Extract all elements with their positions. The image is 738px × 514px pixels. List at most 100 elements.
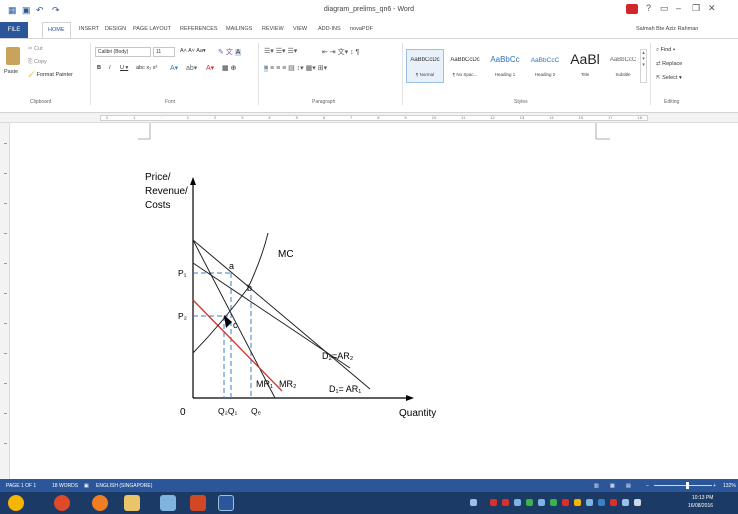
horizontal-ruler[interactable]: 2 1 · 1 2 3 4 5 6 7 8 9 10 11 12 13 14 15 17 18 xyxy=(0,113,738,123)
file-explorer-icon[interactable] xyxy=(124,495,140,511)
tray-icon[interactable] xyxy=(470,499,477,506)
style-name: ¶ No Spac... xyxy=(452,72,478,77)
tab-novapdf[interactable]: novaPDF xyxy=(350,26,373,32)
tray-icon[interactable] xyxy=(526,499,533,506)
tab-mailings[interactable]: MAILINGS xyxy=(226,26,252,32)
print-layout-icon[interactable]: ▦ xyxy=(610,483,615,489)
word-count[interactable]: 18 WORDS xyxy=(52,483,78,489)
start-icon[interactable] xyxy=(8,495,24,511)
font-name-combo[interactable]: Calibri (Body) xyxy=(95,47,151,57)
select-icon: ⇱ xyxy=(656,75,661,81)
tray-icon[interactable] xyxy=(622,499,629,506)
ruler-tick xyxy=(4,263,7,264)
taskbar: 10:13 PM 16/08/2016 xyxy=(0,492,738,514)
firefox-icon[interactable] xyxy=(92,495,108,511)
tray-icon[interactable] xyxy=(514,499,521,506)
find-icon: ⌕ xyxy=(656,47,660,53)
tab-design[interactable]: DESIGN xyxy=(105,26,126,32)
zoom-in-icon[interactable]: + xyxy=(713,483,716,489)
font-color-icon[interactable]: A▾ xyxy=(206,64,214,72)
find-button[interactable]: ⌕ Find ▾ xyxy=(656,47,675,54)
vertical-ruler[interactable] xyxy=(0,123,10,479)
style-no-spacing[interactable]: AaBbCcDc ¶ No Spac... xyxy=(446,49,484,83)
zoom-slider[interactable] xyxy=(654,485,712,486)
clock-time[interactable]: 10:13 PM xyxy=(692,495,713,501)
tab-page-layout[interactable]: PAGE LAYOUT xyxy=(133,26,171,32)
restore-icon[interactable]: ❐ xyxy=(692,3,700,14)
notification-icon[interactable] xyxy=(626,4,638,14)
ribbon-tabs: FILE HOME INSERT DESIGN PAGE LAYOUT REFE… xyxy=(0,22,738,38)
x-axis-arrow xyxy=(406,395,414,401)
style-normal[interactable]: AaBbCcDc ¶ Normal xyxy=(406,49,444,83)
tray-icon[interactable] xyxy=(538,499,545,506)
indent-icons[interactable]: ⇤ ⇥ 文▾ ↕ ¶ xyxy=(322,47,359,57)
italic-button[interactable]: I xyxy=(109,65,111,71)
clear-format-icon[interactable]: ✎ 文 A xyxy=(218,47,242,57)
copy-button[interactable]: ⎘ Copy xyxy=(28,59,47,66)
bold-button[interactable]: B xyxy=(97,65,101,71)
tab-insert[interactable]: INSERT xyxy=(79,26,99,32)
mr2-label: MR₂ xyxy=(279,379,297,389)
style-heading-2[interactable]: AaBbCcC Heading 2 xyxy=(526,49,564,83)
zoom-level[interactable]: 132% xyxy=(723,483,736,489)
word-icon[interactable] xyxy=(218,495,234,511)
close-icon[interactable]: ✕ xyxy=(708,3,716,14)
tray-icon[interactable] xyxy=(574,499,581,506)
alignment-icons[interactable]: ≡ ≡ ≡ ≡ ▤ ↕▾ ▦▾ ⊞▾ xyxy=(264,64,327,72)
paste-icon[interactable] xyxy=(6,47,20,65)
tab-view[interactable]: VIEW xyxy=(293,26,307,32)
bullets-numbering-icons[interactable]: ☰▾ ☰▾ ☰▾ xyxy=(264,47,297,55)
style-subtitle[interactable]: AaBbCcC Subtitle xyxy=(606,49,640,83)
chrome-icon[interactable] xyxy=(54,495,70,511)
tab-add-ins[interactable]: ADD-INS xyxy=(318,26,341,32)
cut-button[interactable]: ✂ Cut xyxy=(28,46,43,52)
tray-icon[interactable] xyxy=(502,499,509,506)
zoom-thumb[interactable] xyxy=(686,482,689,489)
styles-scroll[interactable]: ▴ ▾ ▾ xyxy=(640,49,647,83)
font-size-combo[interactable]: 11 xyxy=(153,47,175,57)
clock-date[interactable]: 16/08/2016 xyxy=(688,503,713,509)
cut-label: Cut xyxy=(34,46,43,52)
tray-icon[interactable] xyxy=(562,499,569,506)
tab-references[interactable]: REFERENCES xyxy=(180,26,218,32)
title-bar: ▦ ▣ ↶ ↷ diagram_prelims_qn6 - Word ? ▭ –… xyxy=(0,0,738,22)
language[interactable]: ENGLISH (SINGAPORE) xyxy=(96,483,152,489)
select-button[interactable]: ⇱ Select ▾ xyxy=(656,75,682,81)
volume-icon[interactable] xyxy=(634,499,641,506)
tab-home[interactable]: HOME xyxy=(42,22,71,38)
tray-icon[interactable] xyxy=(598,499,605,506)
strike-sub-super-buttons[interactable]: abc x₂ x² xyxy=(136,65,157,71)
help-icon[interactable]: ? xyxy=(646,3,651,13)
text-effects-icon[interactable]: A▾ xyxy=(170,64,178,72)
style-title[interactable]: AaBl Title xyxy=(566,49,604,83)
format-painter-button[interactable]: 🖌 Format Painter xyxy=(28,72,73,78)
tray-icon[interactable] xyxy=(490,499,497,506)
replace-label: Replace xyxy=(662,61,683,67)
paste-button[interactable]: Paste xyxy=(4,69,18,75)
ribbon-display-icon[interactable]: ▭ xyxy=(660,3,669,14)
font-size-buttons[interactable]: A˄ A˅ Aa▾ xyxy=(180,48,206,54)
page-count[interactable]: PAGE 1 OF 1 xyxy=(6,483,36,489)
style-heading-1[interactable]: AaBbCc Heading 1 xyxy=(486,49,524,83)
web-layout-icon[interactable]: ▤ xyxy=(626,483,631,489)
replace-button[interactable]: ⇄ Replace xyxy=(656,61,682,67)
account-name[interactable]: Salmah Bte Aziz Rahman xyxy=(636,26,698,32)
ruler-numbers: 2 1 · 1 2 3 4 5 6 7 8 9 10 11 12 13 14 15 17 18 xyxy=(106,115,642,120)
minimize-icon[interactable]: – xyxy=(676,3,681,13)
tab-file[interactable]: FILE xyxy=(0,22,28,38)
status-bar: PAGE 1 OF 1 18 WORDS ▣ ENGLISH (SINGAPOR… xyxy=(0,479,738,492)
tray-icon[interactable] xyxy=(550,499,557,506)
tray-icon[interactable] xyxy=(610,499,617,506)
highlight-icon[interactable]: ab▾ xyxy=(186,64,197,72)
zoom-out-icon[interactable]: – xyxy=(646,483,649,489)
powerpoint-icon[interactable] xyxy=(190,495,206,511)
proofing-icon[interactable]: ▣ xyxy=(84,483,89,489)
shading-icon[interactable]: ▦ ⊕ xyxy=(222,64,236,72)
tray-icon[interactable] xyxy=(586,499,593,506)
read-mode-icon[interactable]: ▥ xyxy=(594,483,599,489)
group-divider xyxy=(650,43,651,105)
app-icon[interactable] xyxy=(160,495,176,511)
tab-review[interactable]: REVIEW xyxy=(262,26,284,32)
underline-button[interactable]: U ▾ xyxy=(120,65,128,71)
document-page[interactable]: Price/ Revenue/ Costs Quantity 0 MC D₂=A… xyxy=(0,123,738,479)
